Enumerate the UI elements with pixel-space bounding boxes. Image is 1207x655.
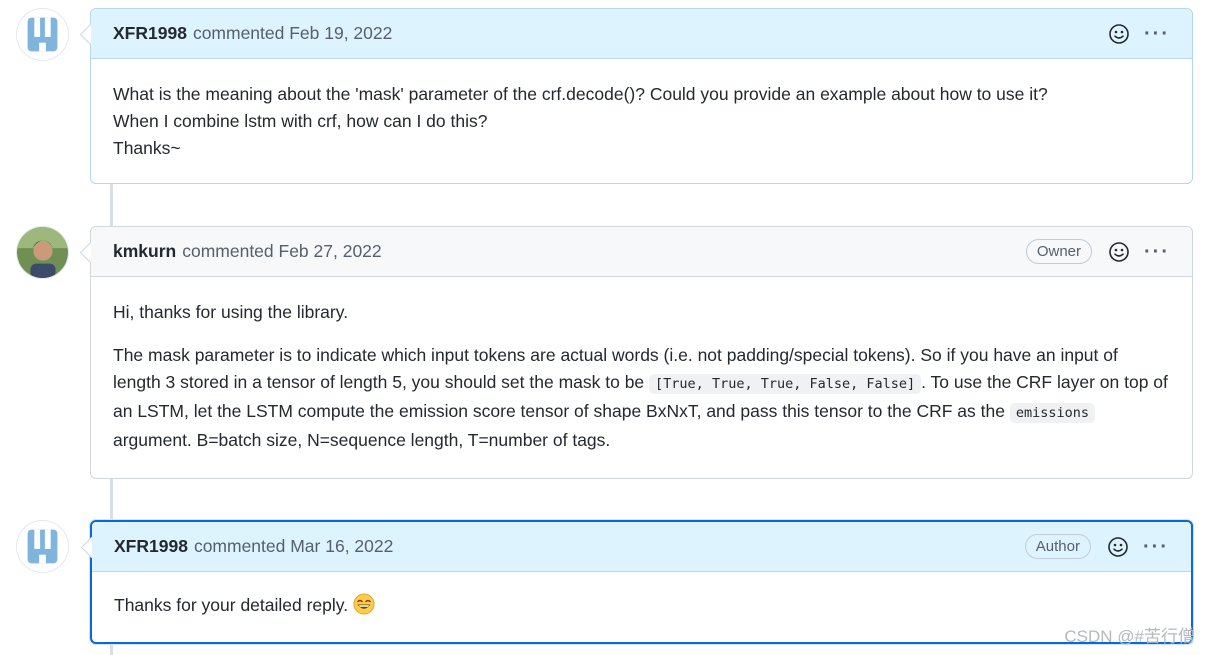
comment-header: kmkurn commented Feb 27, 2022 Owner ···	[91, 227, 1192, 277]
avatar[interactable]	[16, 520, 69, 573]
role-badge: Author	[1024, 534, 1091, 559]
comment-box: XFR1998 commented Mar 16, 2022 Author ··…	[90, 520, 1193, 644]
watermark: CSDN @#苦行僧	[1064, 627, 1195, 646]
body-line: Thanks~	[113, 138, 181, 158]
body-paragraph: Hi, thanks for using the library.	[113, 302, 349, 322]
avatar[interactable]	[16, 8, 69, 61]
grinning-face-emoji-icon	[353, 593, 375, 615]
text-run: argument. B=batch size, N=sequence lengt…	[113, 430, 611, 450]
body-line: When I combine lstm with crf, how can I …	[113, 111, 488, 131]
body-paragraph: The mask parameter is to indicate which …	[113, 342, 1170, 454]
comment-box: XFR1998 commented Feb 19, 2022 ··· What …	[90, 8, 1193, 184]
smiley-icon[interactable]	[1105, 534, 1131, 560]
comment-author[interactable]: XFR1998	[114, 536, 188, 557]
comment-box: kmkurn commented Feb 27, 2022 Owner ··· …	[90, 226, 1193, 479]
inline-code: emissions	[1009, 403, 1095, 423]
comment-author[interactable]: XFR1998	[113, 23, 187, 44]
smiley-icon[interactable]	[1106, 239, 1132, 265]
comment-author[interactable]: kmkurn	[113, 241, 176, 262]
body-text: Thanks for your detailed reply.	[114, 595, 349, 615]
inline-code: [True, True, True, False, False]	[649, 374, 922, 394]
kebab-icon[interactable]: ···	[1143, 534, 1169, 560]
comment-date[interactable]: commented Feb 19, 2022	[193, 23, 392, 44]
comment-date[interactable]: commented Feb 27, 2022	[182, 241, 381, 262]
body-line: What is the meaning about the 'mask' par…	[113, 84, 1048, 104]
role-badge: Owner	[1025, 239, 1092, 264]
identicon-avatar	[17, 521, 68, 572]
comment-header: XFR1998 commented Mar 16, 2022 Author ··…	[92, 522, 1191, 572]
kebab-icon[interactable]: ···	[1144, 239, 1170, 265]
comment-body: Hi, thanks for using the library. The ma…	[91, 277, 1192, 478]
comment-date[interactable]: commented Mar 16, 2022	[194, 536, 393, 557]
comment-body: What is the meaning about the 'mask' par…	[91, 59, 1192, 186]
identicon-avatar	[17, 9, 68, 60]
comment-header: XFR1998 commented Feb 19, 2022 ···	[91, 9, 1192, 59]
photo-avatar	[17, 227, 68, 278]
issue-timeline: XFR1998 commented Feb 19, 2022 ··· What …	[0, 0, 1207, 655]
smiley-icon[interactable]	[1106, 21, 1132, 47]
kebab-icon[interactable]: ···	[1144, 21, 1170, 47]
comment-body: Thanks for your detailed reply.	[92, 572, 1191, 643]
avatar[interactable]	[16, 226, 69, 279]
